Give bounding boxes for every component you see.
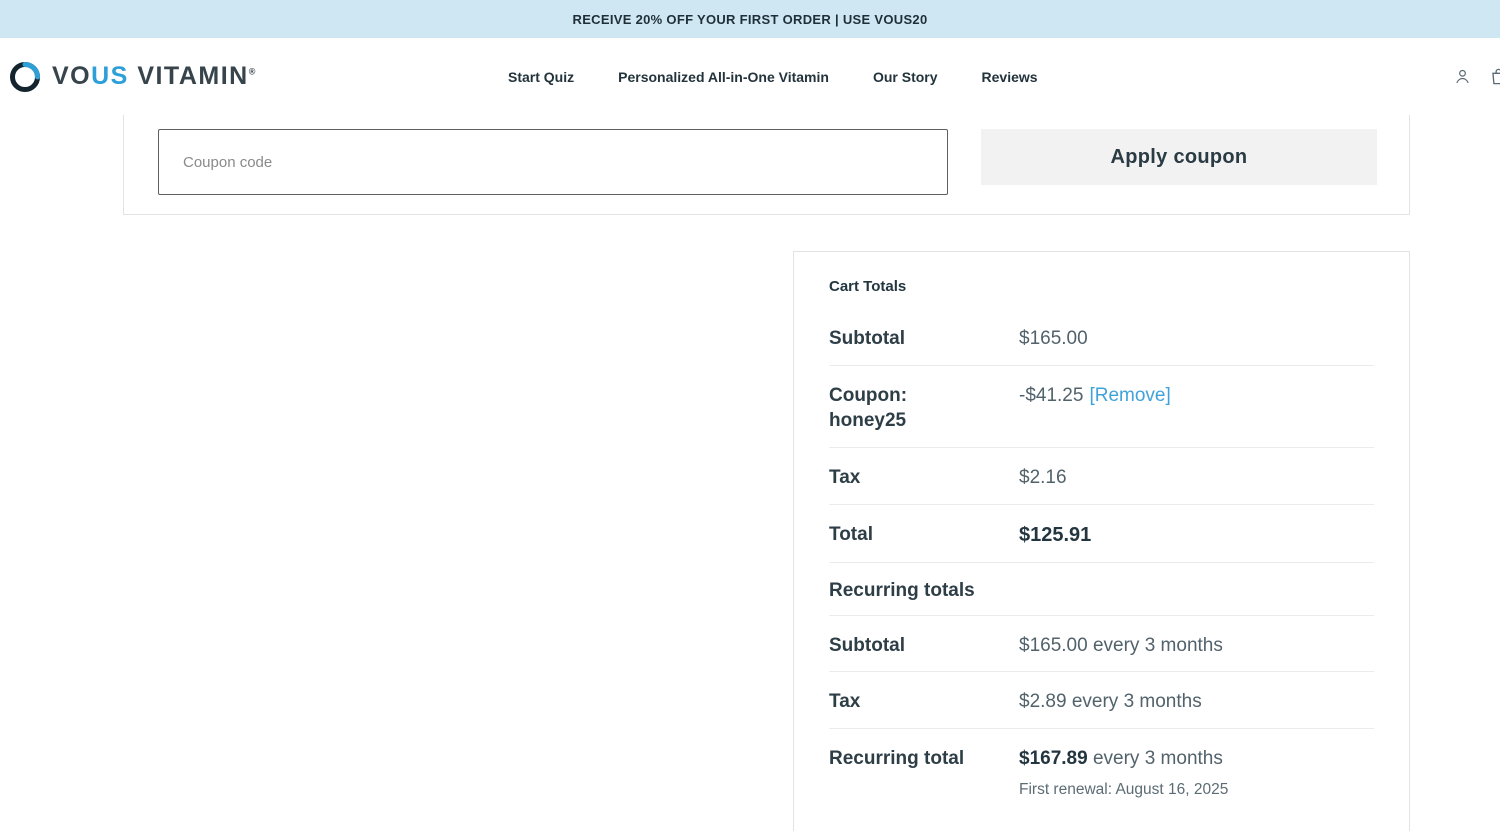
apply-coupon-button[interactable]: Apply coupon bbox=[981, 129, 1377, 185]
total-label: Total bbox=[829, 523, 873, 545]
cart-totals-card: Cart Totals Subtotal $165.00 Coupon: hon… bbox=[793, 251, 1410, 831]
recurring-total-value: $167.89 every 3 months First renewal: Au… bbox=[1019, 746, 1228, 802]
recurring-subtotal-row: Subtotal $165.00 every 3 months bbox=[829, 616, 1374, 673]
tax-value: $2.16 bbox=[1019, 466, 1067, 488]
nav-our-story[interactable]: Our Story bbox=[873, 69, 938, 85]
recurring-tax-label: Tax bbox=[829, 691, 861, 713]
nav-personalized-vitamin[interactable]: Personalized All-in-One Vitamin bbox=[618, 69, 829, 85]
subtotal-label: Subtotal bbox=[829, 328, 905, 349]
cart-totals-title: Cart Totals bbox=[829, 278, 907, 295]
recurring-totals-heading: Recurring totals bbox=[829, 563, 1374, 616]
recurring-total-row: Recurring total $167.89 every 3 months F… bbox=[829, 729, 1374, 815]
recurring-subtotal-label: Subtotal bbox=[829, 634, 905, 656]
nav-start-quiz[interactable]: Start Quiz bbox=[508, 69, 574, 85]
tax-label: Tax bbox=[829, 466, 861, 488]
site-header: VOUS VITAMIN® Start Quiz Personalized Al… bbox=[0, 38, 1500, 115]
promo-banner-text: RECEIVE 20% OFF YOUR FIRST ORDER | USE V… bbox=[572, 11, 928, 27]
recurring-subtotal-value: $165.00 every 3 months bbox=[1019, 634, 1223, 656]
logo[interactable]: VOUS VITAMIN® bbox=[8, 60, 257, 94]
coupon-row: Coupon: honey25 -$41.25 [Remove] bbox=[829, 366, 1374, 448]
cart-icon[interactable] bbox=[1489, 67, 1500, 86]
account-icon[interactable] bbox=[1454, 68, 1471, 85]
total-value: $125.91 bbox=[1019, 523, 1092, 546]
coupon-label: Coupon: honey25 bbox=[829, 384, 908, 432]
main-nav: Start Quiz Personalized All-in-One Vitam… bbox=[508, 69, 1038, 85]
logo-text: VOUS VITAMIN® bbox=[52, 62, 257, 90]
promo-banner: RECEIVE 20% OFF YOUR FIRST ORDER | USE V… bbox=[0, 0, 1500, 38]
first-renewal-note: First renewal: August 16, 2025 bbox=[1019, 781, 1229, 799]
coupon-section: Apply coupon bbox=[123, 115, 1410, 215]
recurring-tax-value: $2.89 every 3 months bbox=[1019, 691, 1202, 713]
header-icons bbox=[1454, 67, 1500, 86]
nav-reviews[interactable]: Reviews bbox=[982, 69, 1038, 85]
tax-row: Tax $2.16 bbox=[829, 448, 1374, 505]
recurring-total-label: Recurring total bbox=[829, 747, 965, 769]
total-row: Total $125.91 bbox=[829, 505, 1374, 563]
recurring-tax-row: Tax $2.89 every 3 months bbox=[829, 672, 1374, 729]
logo-icon bbox=[8, 60, 42, 94]
coupon-code-input[interactable] bbox=[158, 129, 948, 195]
subtotal-row: Subtotal $165.00 bbox=[829, 309, 1374, 366]
subtotal-value: $165.00 bbox=[1019, 328, 1088, 349]
coupon-value: -$41.25 [Remove] bbox=[1019, 384, 1171, 406]
remove-coupon-link[interactable]: [Remove] bbox=[1089, 385, 1170, 406]
